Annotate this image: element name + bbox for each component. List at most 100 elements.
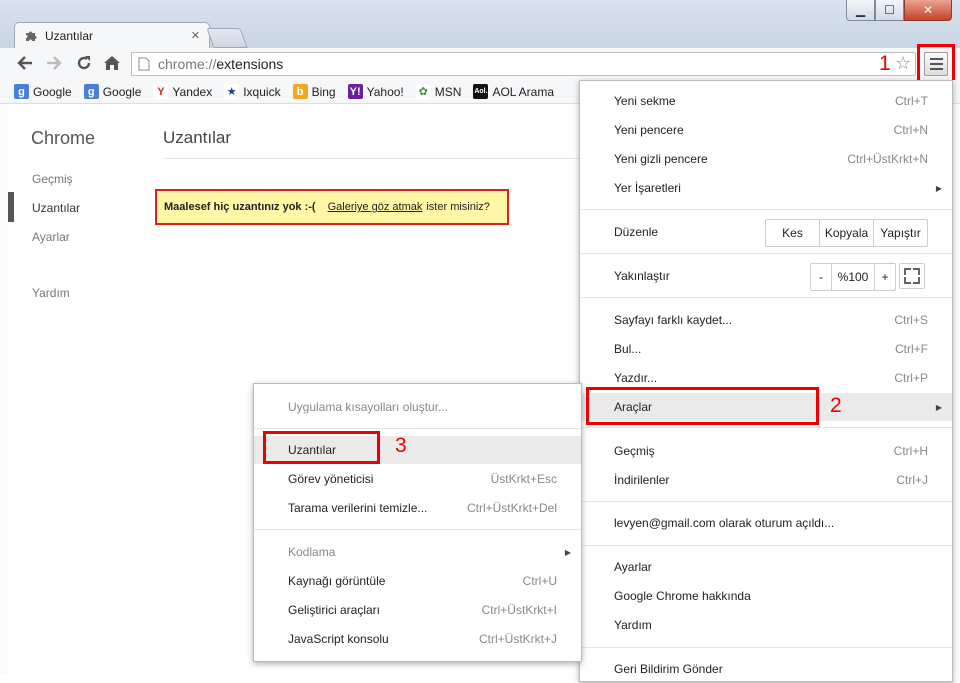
menu-item-save-as[interactable]: Sayfayı farklı kaydet... Ctrl+S	[580, 306, 952, 334]
submenu-arrow-icon: ▶	[935, 402, 942, 412]
menu-label: Yeni pencere	[614, 123, 684, 137]
bookmark-label: Google	[102, 84, 142, 99]
annotation-number-1: 1	[879, 52, 891, 75]
left-edge	[0, 104, 8, 673]
sidebar-active-indicator	[8, 192, 14, 222]
menu-label: Google Chrome hakkında	[614, 589, 751, 603]
sidebar-item-extensions[interactable]: Uzantılar	[32, 201, 80, 215]
bookmark-label: Google	[33, 84, 72, 99]
new-tab-button[interactable]	[206, 28, 248, 48]
back-arrow-icon[interactable]	[14, 52, 36, 74]
bookmark-aol-arama[interactable]: Aol. AOL Arama	[473, 84, 554, 99]
sidebar-item-history[interactable]: Geçmiş	[32, 172, 73, 186]
address-bar[interactable]: chrome://extensions	[131, 52, 916, 76]
title-divider	[163, 158, 583, 159]
menu-item-find[interactable]: Bul... Ctrl+F	[580, 335, 952, 363]
bookmark-label: Ixquick	[243, 84, 281, 99]
menu-item-clear-data[interactable]: Tarama verilerini temizle... Ctrl+ÜstKrk…	[254, 494, 581, 522]
bookmark-google[interactable]: g Google	[14, 84, 72, 99]
menu-label: Yeni sekme	[614, 94, 676, 108]
gallery-link[interactable]: Galeriye göz atmak	[328, 201, 423, 213]
zoom-out-button[interactable]: -	[811, 264, 832, 290]
annotation-box-3	[263, 431, 380, 464]
menu-item-task-manager[interactable]: Görev yöneticisi ÜstKrkt+Esc	[254, 465, 581, 493]
menu-item-settings[interactable]: Ayarlar	[580, 553, 952, 581]
menu-item-signed-in[interactable]: levyen@gmail.com olarak oturum açıldı...	[580, 509, 952, 537]
ixquick-star-icon: ★	[224, 84, 240, 99]
no-extensions-notice: Maalesef hiç uzantınız yok :-( Galeriye …	[155, 189, 509, 225]
bookmark-star-icon[interactable]: ☆	[895, 53, 911, 74]
close-window-button[interactable]: ✕	[904, 0, 952, 21]
tools-submenu: Uygulama kısayolları oluştur... Uzantıla…	[253, 383, 582, 662]
menu-shortcut: Ctrl+T	[895, 94, 928, 108]
bookmark-google[interactable]: g Google	[83, 84, 142, 99]
sidebar-item-help[interactable]: Yardım	[32, 286, 70, 300]
minimize-button[interactable]: ▁	[846, 0, 875, 21]
menu-label: Geri Bildirim Gönder	[614, 662, 723, 676]
zoom-in-button[interactable]: +	[875, 264, 895, 290]
menu-item-new-tab[interactable]: Yeni sekme Ctrl+T	[580, 87, 952, 115]
menu-shortcut: Ctrl+S	[894, 313, 928, 327]
bookmark-label: AOL Arama	[492, 84, 555, 99]
menu-label: İndirilenler	[614, 473, 670, 487]
tab-close-icon[interactable]: ✕	[191, 29, 200, 42]
menu-label: Ayarlar	[614, 560, 652, 574]
menu-item-downloads[interactable]: İndirilenler Ctrl+J	[580, 466, 952, 494]
sidebar-heading: Chrome	[31, 128, 96, 148]
menu-item-bookmarks[interactable]: Yer İşaretleri ▶	[580, 174, 952, 202]
menu-label: Geçmiş	[614, 444, 655, 458]
submenu-arrow-icon: ▶	[935, 183, 942, 193]
sidebar-item-settings[interactable]: Ayarlar	[32, 230, 70, 244]
annotation-box-1	[917, 44, 955, 84]
fullscreen-icon[interactable]	[899, 263, 925, 289]
puzzle-icon	[26, 31, 37, 41]
menu-shortcut: Ctrl+H	[893, 444, 928, 458]
menu-item-help[interactable]: Yardım	[580, 611, 952, 639]
annotation-number-3: 3	[395, 434, 407, 457]
menu-item-zoom: Yakınlaştır - %100 +	[580, 262, 952, 291]
tab-extensions[interactable]: Uzantılar ✕	[14, 22, 210, 48]
menu-item-js-console[interactable]: JavaScript konsolu Ctrl+ÜstKrkt+J	[254, 625, 581, 653]
zoom-button-group: - %100 +	[810, 263, 896, 291]
menu-label: Yer İşaretleri	[614, 181, 681, 195]
menu-item-history[interactable]: Geçmiş Ctrl+H	[580, 437, 952, 465]
menu-item-incognito[interactable]: Yeni gizli pencere Ctrl+ÜstKrkt+N	[580, 145, 952, 173]
menu-label: Sayfayı farklı kaydet...	[614, 313, 733, 327]
menu-label: Geliştirici araçları	[288, 603, 381, 617]
menu-label: Tarama verilerini temizle...	[288, 501, 428, 515]
menu-item-encoding: Kodlama ▶	[254, 538, 581, 566]
menu-label: Bul...	[614, 342, 642, 356]
menu-item-edit: Düzenle Kes Kopyala Yapıştır	[580, 218, 952, 247]
tab-title: Uzantılar	[45, 28, 94, 43]
maximize-button[interactable]: ☐	[875, 0, 904, 21]
notice-suffix: ister misiniz?	[426, 201, 490, 213]
url-scheme: chrome://	[158, 56, 217, 72]
menu-item-view-source[interactable]: Kaynağı görüntüle Ctrl+U	[254, 567, 581, 595]
bookmark-msn[interactable]: ✿ MSN	[415, 84, 462, 99]
forward-arrow-icon[interactable]	[43, 52, 65, 74]
bookmark-yandex[interactable]: Y Yandex	[153, 84, 212, 99]
bookmark-label: MSN	[434, 84, 462, 99]
zoom-level: %100	[832, 264, 875, 290]
menu-shortcut: Ctrl+ÜstKrkt+I	[481, 603, 557, 617]
bookmark-label: Yahoo!	[366, 84, 404, 99]
bookmark-bing[interactable]: b Bing	[292, 84, 336, 99]
url-path: extensions	[216, 56, 284, 72]
edit-button-group: Kes Kopyala Yapıştır	[765, 219, 928, 247]
notice-text: Maalesef hiç uzantınız yok :-(	[164, 201, 316, 213]
submenu-arrow-icon: ▶	[564, 547, 571, 557]
home-icon[interactable]	[101, 52, 123, 74]
menu-item-new-window[interactable]: Yeni pencere Ctrl+N	[580, 116, 952, 144]
copy-button[interactable]: Kopyala	[820, 220, 874, 246]
yandex-icon: Y	[153, 84, 169, 99]
chrome-main-menu: Yeni sekme Ctrl+T Yeni pencere Ctrl+N Ye…	[579, 80, 953, 682]
page-icon	[138, 57, 150, 71]
menu-item-about[interactable]: Google Chrome hakkında	[580, 582, 952, 610]
reload-icon[interactable]	[73, 52, 95, 74]
bookmark-yahoo[interactable]: Y! Yahoo!	[347, 84, 404, 99]
paste-button[interactable]: Yapıştır	[874, 220, 927, 246]
cut-button[interactable]: Kes	[766, 220, 820, 246]
menu-item-feedback[interactable]: Geri Bildirim Gönder	[580, 655, 952, 683]
bookmark-ixquick[interactable]: ★ Ixquick	[224, 84, 281, 99]
menu-item-dev-tools[interactable]: Geliştirici araçları Ctrl+ÜstKrkt+I	[254, 596, 581, 624]
